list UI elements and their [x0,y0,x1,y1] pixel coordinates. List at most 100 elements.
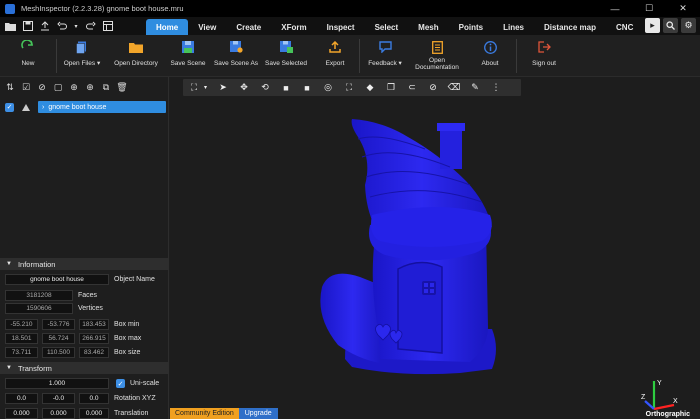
folder-open-icon [129,40,143,54]
information-header[interactable]: ▼ Information [0,258,169,270]
open-directory-button[interactable]: Open Directory [107,35,165,77]
feedback-label: Feedback [368,60,397,67]
mesh-type-icon [22,103,30,111]
open-documentation-label-2: Documentation [415,64,459,71]
box-size-label: Box size [114,349,141,356]
open-documentation-label-1: Open [429,57,445,64]
translation-x-input[interactable]: 0.000 [5,408,38,419]
chevron-down-icon: ▼ [6,261,12,267]
maximize-button[interactable]: ☐ [632,0,666,17]
layout-icon[interactable] [102,21,113,32]
window-controls: — ☐ ✕ [598,0,700,17]
rotation-z-input[interactable]: 0.0 [79,393,109,404]
select-all-icon[interactable]: ☑ [21,82,31,92]
gear-icon[interactable]: ⚙ [681,18,696,33]
translation-label: Translation [114,410,149,417]
save-selected-button[interactable]: Save Selected [261,35,311,77]
tab-select[interactable]: Select [365,19,409,35]
move-down-icon[interactable]: ⊕ [85,82,95,92]
box-size-x: 73.711 [5,347,38,358]
tab-view[interactable]: View [188,19,226,35]
rotation-label: Rotation XYZ [114,395,156,402]
ribbon-tabs: Home View Create XForm Inspect Select Me… [146,17,643,35]
chevron-down-icon: ▾ [398,60,402,67]
redo-icon[interactable] [85,21,96,32]
sign-out-icon [537,40,551,54]
scene-tree-item[interactable]: › gnome boot house [38,101,166,113]
tab-inspect[interactable]: Inspect [317,19,365,35]
box-max-label: Box max [114,335,142,342]
axis-z-label: Z [641,394,646,401]
tab-distance-map[interactable]: Distance map [534,19,606,35]
export-icon[interactable] [39,21,50,32]
collapse-ribbon-icon[interactable]: ▸ [645,18,660,33]
box-max-z: 266.915 [79,333,109,344]
axis-x-label: X [673,398,678,405]
tabrow-right-tools: ▸ ⚙ [645,18,696,33]
scene-panel: ⇅ ☑ ⊘ ▢ ⊕ ⊕ ⧉ 🗑 ✓ › gnome boot house ▼ In… [0,77,169,419]
chevron-right-icon: › [42,103,45,111]
rotation-y-input[interactable]: -0.0 [42,393,75,404]
open-documentation-button[interactable]: Open Documentation [410,35,464,77]
tab-lines[interactable]: Lines [493,19,534,35]
edition-banner: Community Edition Upgrade [170,408,278,419]
undo-icon[interactable] [56,21,67,32]
hide-icon[interactable]: ▢ [53,82,63,92]
save-scene-as-icon [229,40,243,54]
box-min-z: 183.453 [79,319,109,330]
axis-y-label: Y [657,380,662,387]
chevron-down-icon[interactable]: ▾ [73,21,79,32]
scene-tree-row: ✓ › gnome boot house [0,101,168,113]
tab-mesh[interactable]: Mesh [408,19,448,35]
transform-header[interactable]: ▼ Transform [0,362,169,374]
uniscale-checkbox[interactable]: ✓ [116,379,125,388]
scene-tree-item-label: gnome boot house [48,103,107,111]
translation-y-input[interactable]: 0.000 [42,408,75,419]
tab-home[interactable]: Home [146,19,189,35]
upgrade-button[interactable]: Upgrade [238,408,278,419]
feedback-button[interactable]: Feedback ▾ [360,35,410,77]
move-up-icon[interactable]: ⊕ [69,82,79,92]
tab-points[interactable]: Points [449,19,493,35]
sign-out-button[interactable]: Sign out [517,35,571,77]
copy-icon[interactable]: ⧉ [101,82,111,92]
box-min-x: -55.210 [5,319,38,330]
close-button[interactable]: ✕ [666,0,700,17]
new-button[interactable]: New [0,35,56,77]
save-icon[interactable] [22,21,33,32]
edition-label: Community Edition [170,408,239,419]
save-scene-button[interactable]: Save Scene [165,35,211,77]
ribbon-panel: New Open Files ▾ Open Directory Save Sce… [0,35,700,77]
object-name-field[interactable]: gnome boot house [5,274,109,285]
save-scene-as-button[interactable]: Save Scene As [211,35,261,77]
open-files-icon [75,40,89,54]
save-scene-icon [181,40,195,54]
box-max-x: 18.501 [5,333,38,344]
quick-access-toolbar: ▾ [0,17,146,35]
3d-viewport[interactable]: ⛶ ▾ ➤ ✥ ⟲ ■ ■ ◎ ⛶ ◆ ❐ ⊂ ⊘ ⌫ ✎ ⋮ Y X Z Or… [170,77,700,419]
rotation-x-input[interactable]: 0.0 [5,393,38,404]
about-button[interactable]: About [464,35,516,77]
tab-create[interactable]: Create [226,19,271,35]
visibility-checkbox[interactable]: ✓ [5,102,14,112]
search-icon[interactable] [663,18,678,33]
app-window: MeshInspector (2.2.3.28) gnome boot hous… [0,0,700,419]
new-icon [21,40,35,54]
tab-xform[interactable]: XForm [271,19,316,35]
minimize-button[interactable]: — [598,0,632,17]
translation-z-input[interactable]: 0.000 [79,408,109,419]
chevron-down-icon: ▾ [96,60,101,67]
box-size-y: 110.500 [42,347,75,358]
uniscale-input[interactable]: 1.000 [5,378,109,389]
projection-label[interactable]: Orthographic [646,411,690,418]
ribbon-tab-row: ▾ Home View Create XForm Inspect Select … [0,17,700,35]
deselect-icon[interactable]: ⊘ [37,82,47,92]
folder-icon[interactable] [5,21,16,32]
tab-cnc[interactable]: CNC [606,19,643,35]
open-files-button[interactable]: Open Files ▾ [57,35,107,77]
sort-icon[interactable]: ⇅ [5,82,15,92]
export-button[interactable]: Export [311,35,359,77]
delete-icon[interactable]: 🗑 [116,82,127,92]
chevron-down-icon: ▼ [6,365,12,371]
uniscale-label: Uni-scale [130,380,160,387]
